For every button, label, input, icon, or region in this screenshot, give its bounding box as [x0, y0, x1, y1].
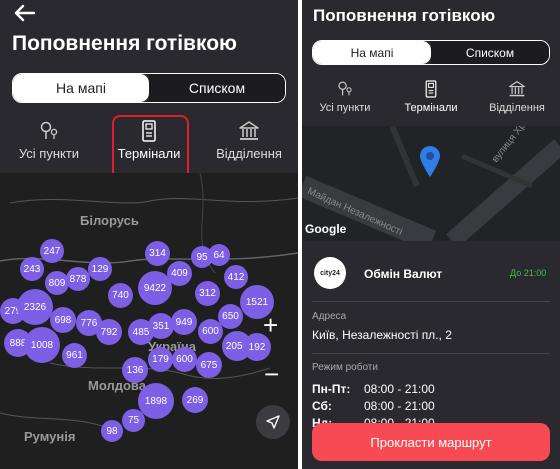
map-cluster[interactable]: 64 — [208, 244, 230, 266]
map-cluster[interactable]: 129 — [88, 257, 112, 281]
terminal-icon — [425, 80, 437, 98]
category-all-points[interactable]: Усі пункти — [302, 80, 388, 114]
place-name: Обмін Валют — [364, 267, 443, 281]
divider — [312, 301, 550, 302]
map-cluster[interactable]: 136 — [122, 357, 148, 383]
hours-time: 08:00 - 21:00 — [364, 399, 435, 413]
map-cluster[interactable]: 792 — [96, 319, 122, 345]
location-pin-icon — [40, 121, 58, 139]
map-cluster[interactable]: 75 — [122, 409, 145, 432]
tab-map[interactable]: На мапі — [313, 41, 431, 64]
map-cluster[interactable]: 600 — [172, 347, 197, 372]
status-badge: До 21:00 — [510, 268, 547, 278]
category-label: Усі пункти — [319, 102, 371, 114]
navigation-arrow-icon — [266, 415, 280, 429]
hours-day: Пн-Пт: — [312, 382, 351, 396]
category-label: Відділення — [216, 146, 282, 161]
back-arrow-icon[interactable] — [12, 2, 38, 24]
map-cluster[interactable]: 961 — [62, 343, 87, 368]
tab-list[interactable]: Списком — [431, 41, 549, 64]
hours-row: Сб: 08:00 - 21:00 — [312, 399, 435, 413]
map-cluster[interactable]: 878 — [66, 267, 90, 291]
my-location-button[interactable] — [256, 405, 290, 439]
build-route-button[interactable]: Прокласти маршрут — [312, 423, 550, 461]
view-toggle: На мапі Списком — [312, 40, 550, 65]
google-logo: Google — [305, 222, 347, 236]
map-cluster[interactable]: 2326 — [17, 289, 53, 325]
map-cluster[interactable]: 650 — [218, 304, 243, 329]
location-pin-icon — [338, 81, 352, 96]
map-cluster[interactable]: 1898 — [138, 383, 174, 419]
map-cluster[interactable]: 98 — [101, 420, 123, 442]
zoom-in-button[interactable]: + — [263, 312, 278, 338]
category-terminals[interactable]: Термінали — [388, 80, 474, 114]
category-branches[interactable]: Відділення — [200, 120, 298, 161]
map-cluster[interactable]: 740 — [108, 283, 133, 308]
detail-screen: Поповнення готівкою На мапі Списком Усі … — [302, 0, 560, 469]
category-all-points[interactable]: Усі пункти — [0, 120, 98, 161]
category-label: Усі пункти — [18, 146, 80, 161]
view-toggle: На мапі Списком — [12, 73, 286, 103]
map-cluster[interactable]: 243 — [20, 257, 44, 281]
map-cluster[interactable]: 312 — [195, 281, 220, 306]
tab-list[interactable]: Списком — [149, 74, 285, 102]
map-label-belarus: Білорусь — [80, 213, 139, 228]
map-pin-icon[interactable] — [418, 144, 442, 178]
bank-icon — [239, 121, 259, 140]
hours-row: Пн-Пт: 08:00 - 21:00 — [312, 382, 435, 396]
map-cluster[interactable]: 9422 — [138, 271, 172, 305]
zoom-out-button[interactable]: − — [264, 361, 279, 387]
map-cluster[interactable]: 412 — [224, 265, 248, 289]
address-value: Київ, Незалежності пл., 2 — [312, 328, 452, 342]
map-screen: Поповнення готівкою На мапі Списком Усі … — [0, 0, 298, 469]
map-view[interactable]: Білорусь Україна Молдова Румунія 247 243… — [0, 173, 298, 469]
divider — [312, 353, 550, 354]
map-cluster[interactable]: 351 — [148, 313, 174, 339]
page-title: Поповнення готівкою — [12, 32, 237, 55]
bank-icon — [509, 81, 525, 97]
map-cluster[interactable]: 949 — [171, 309, 197, 335]
map-cluster[interactable]: 675 — [196, 352, 222, 378]
map-cluster[interactable]: 269 — [182, 387, 208, 413]
category-branches[interactable]: Відділення — [474, 80, 560, 114]
hours-label: Режим роботи — [312, 362, 378, 373]
map-cluster[interactable]: 179 — [148, 347, 173, 372]
map-cluster[interactable]: 698 — [50, 307, 76, 333]
page-title: Поповнення готівкою — [313, 6, 496, 25]
category-label: Термінали — [404, 102, 458, 114]
map-cluster[interactable]: 247 — [40, 239, 64, 263]
map-cluster[interactable]: 314 — [145, 241, 170, 266]
map-cluster[interactable]: 1008 — [24, 327, 60, 363]
hours-time: 08:00 - 21:00 — [364, 382, 435, 396]
address-label: Адреса — [312, 311, 347, 322]
city24-logo: city24 — [314, 257, 346, 289]
map-label-romania: Румунія — [24, 429, 76, 444]
tab-map[interactable]: На мапі — [13, 74, 149, 102]
selected-category-highlight — [112, 115, 189, 179]
map-cluster[interactable]: 809 — [45, 271, 69, 295]
hours-day: Сб: — [312, 399, 332, 413]
category-label: Відділення — [489, 102, 545, 114]
